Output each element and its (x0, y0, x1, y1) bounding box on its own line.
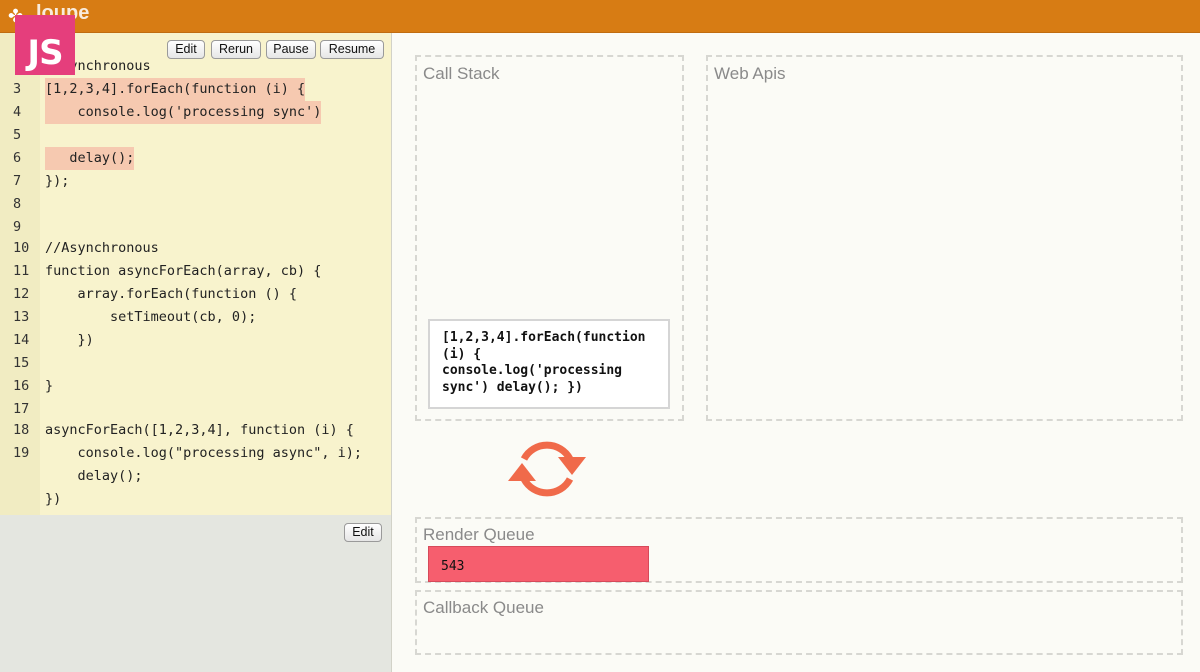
code-text: //Asynchronous (45, 240, 159, 256)
code-line: 12 array.forEach(function () { (0, 283, 391, 306)
code-line: 14 }) (0, 329, 391, 352)
code-text: console.log("processing async", i); (45, 445, 362, 461)
call-stack-frame[interactable]: [1,2,3,4].forEach(function (i) { console… (428, 319, 670, 409)
code-line: 9 (13, 219, 22, 235)
rerun-button[interactable]: Rerun (211, 40, 261, 59)
code-text: } (45, 378, 54, 394)
web-apis-title: Web Apis (714, 64, 786, 83)
render-queue-title: Render Queue (423, 525, 535, 544)
code-line: delay(); (0, 465, 391, 488)
code-line: 19 console.log("processing async", i); (0, 442, 391, 465)
code-line: 5 (13, 127, 22, 143)
code-line: 3 [1,2,3,4].forEach(function (i) { (0, 78, 391, 101)
code-line: 17 (13, 401, 30, 417)
code-text: }) (45, 332, 94, 348)
callback-queue-title: Callback Queue (423, 598, 544, 617)
code-editor[interactable]: //Synchronous 3 [1,2,3,4].forEach(functio… (0, 33, 391, 515)
code-text-highlighted: console.log('processing sync') (45, 101, 322, 124)
code-line: }) (0, 488, 391, 511)
call-stack-title: Call Stack (423, 64, 500, 83)
event-loop-icon (508, 441, 586, 497)
code-line: 10//Asynchronous (0, 237, 391, 260)
web-apis-panel (706, 55, 1183, 421)
app-header: ✤ loupe (0, 0, 1200, 33)
code-line: 15 (13, 355, 30, 371)
render-queue-item: 543 (428, 546, 649, 582)
html-edit-button[interactable]: Edit (344, 523, 382, 542)
code-text: asyncForEach([1,2,3,4], function (i) { (45, 422, 354, 438)
left-panel: //Synchronous 3 [1,2,3,4].forEach(functio… (0, 33, 392, 672)
edit-button[interactable]: Edit (167, 40, 205, 59)
code-line: 13 setTimeout(cb, 0); (0, 306, 391, 329)
code-text: }) (45, 491, 62, 507)
code-line: 16} (0, 375, 391, 398)
code-text: array.forEach(function () { (45, 286, 297, 302)
code-line: 4 console.log('processing sync') (0, 101, 391, 124)
code-line: 6 delay(); (0, 147, 391, 170)
resume-button[interactable]: Resume (320, 40, 384, 59)
code-text-highlighted: [1,2,3,4].forEach(function (i) { (45, 78, 306, 101)
code-text: }); (45, 173, 70, 189)
code-text-highlighted: delay(); (45, 147, 135, 170)
code-text: setTimeout(cb, 0); (45, 309, 257, 325)
js-logo: JS (15, 15, 75, 75)
pause-button[interactable]: Pause (266, 40, 316, 59)
code-text: delay(); (45, 468, 143, 484)
code-line: 8 (13, 196, 22, 212)
code-text: function asyncForEach(array, cb) { (45, 263, 322, 279)
code-line: 18 asyncForEach([1,2,3,4], function (i) { (0, 419, 391, 442)
code-line: 7}); (0, 170, 391, 193)
code-line: 11 function asyncForEach(array, cb) { (0, 260, 391, 283)
